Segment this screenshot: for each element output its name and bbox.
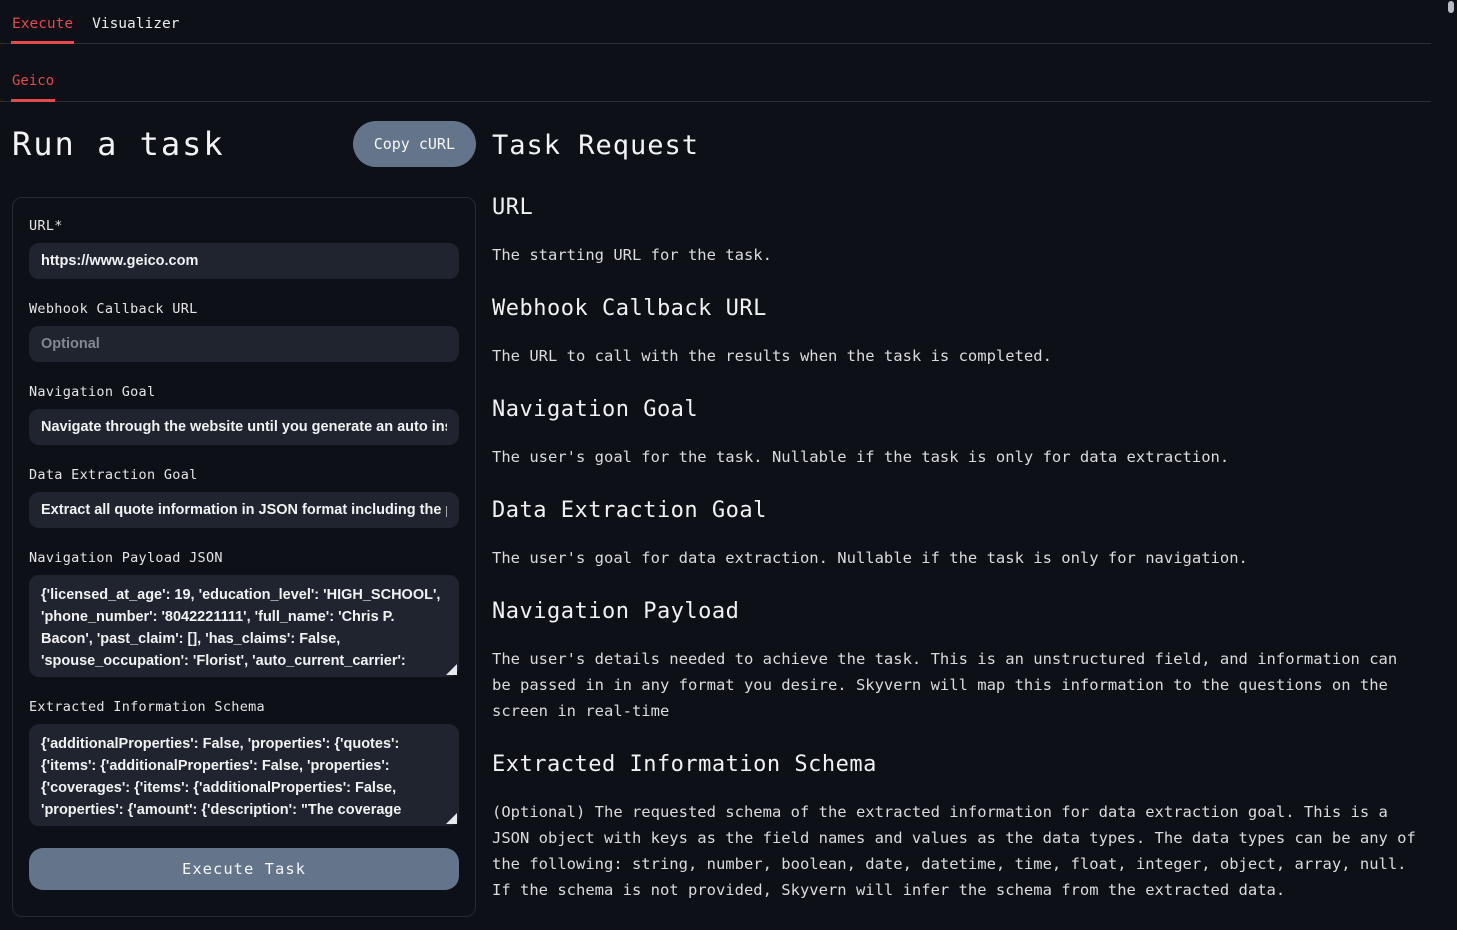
resize-grip-icon[interactable] <box>446 664 457 675</box>
field-navigation-goal: Navigation Goal <box>29 384 459 445</box>
vertical-scrollbar-thumb[interactable] <box>1448 1 1454 13</box>
field-webhook-callback-url: Webhook Callback URL <box>29 301 459 362</box>
webhook-callback-url-input[interactable] <box>29 326 459 362</box>
field-data-extraction-goal: Data Extraction Goal <box>29 467 459 528</box>
extracted-schema-textarea[interactable]: {'additionalProperties': False, 'propert… <box>29 724 459 826</box>
panel-header: Run a task Copy cURL <box>12 121 476 167</box>
navigation-payload-label: Navigation Payload JSON <box>29 550 459 566</box>
doc-body: The starting URL for the task. <box>492 242 1424 268</box>
doc-body: The user's goal for the task. Nullable i… <box>492 444 1424 470</box>
field-url: URL* <box>29 218 459 279</box>
doc-heading: Webhook Callback URL <box>492 295 1424 323</box>
secondary-tab-bar: Geico <box>0 44 1431 102</box>
doc-section-data-extraction-goal: Data Extraction Goal The user's goal for… <box>492 497 1424 571</box>
doc-body: The URL to call with the results when th… <box>492 343 1424 369</box>
tab-geico[interactable]: Geico <box>11 73 55 101</box>
navigation-goal-input[interactable] <box>29 409 459 445</box>
doc-heading: Navigation Payload <box>492 598 1424 626</box>
navigation-goal-label: Navigation Goal <box>29 384 459 400</box>
task-form: URL* Webhook Callback URL Navigation Goa… <box>12 197 476 917</box>
doc-section-webhook-callback-url: Webhook Callback URL The URL to call wit… <box>492 295 1424 369</box>
doc-section-extracted-schema: Extracted Information Schema (Optional) … <box>492 751 1424 903</box>
doc-heading: URL <box>492 194 1424 222</box>
main-content: Run a task Copy cURL URL* Webhook Callba… <box>0 102 1431 930</box>
doc-section-navigation-goal: Navigation Goal The user's goal for the … <box>492 396 1424 470</box>
tab-visualizer[interactable]: Visualizer <box>91 16 180 43</box>
field-extracted-schema: Extracted Information Schema {'additiona… <box>29 699 459 826</box>
doc-heading: Navigation Goal <box>492 396 1424 424</box>
doc-section-navigation-payload: Navigation Payload The user's details ne… <box>492 598 1424 724</box>
data-extraction-goal-input[interactable] <box>29 492 459 528</box>
execute-task-button[interactable]: Execute Task <box>29 848 459 890</box>
main-tab-bar: Execute Visualizer <box>0 0 1431 44</box>
data-extraction-goal-label: Data Extraction Goal <box>29 467 459 483</box>
docs-title: Task Request <box>492 130 1424 161</box>
extracted-schema-label: Extracted Information Schema <box>29 699 459 715</box>
task-request-docs: Task Request URL The starting URL for th… <box>492 102 1424 930</box>
resize-grip-icon[interactable] <box>446 813 457 824</box>
page-title: Run a task <box>12 125 225 163</box>
field-navigation-payload: Navigation Payload JSON {'licensed_at_ag… <box>29 550 459 677</box>
doc-body: (Optional) The requested schema of the e… <box>492 799 1424 903</box>
url-input[interactable] <box>29 243 459 279</box>
doc-section-url: URL The starting URL for the task. <box>492 194 1424 268</box>
app-root: Execute Visualizer Geico Run a task Copy… <box>0 0 1431 930</box>
navigation-payload-textarea[interactable]: {'licensed_at_age': 19, 'education_level… <box>29 575 459 677</box>
doc-heading: Extracted Information Schema <box>492 751 1424 779</box>
url-label: URL* <box>29 218 459 234</box>
doc-heading: Data Extraction Goal <box>492 497 1424 525</box>
doc-body: The user's goal for data extraction. Nul… <box>492 545 1424 571</box>
copy-curl-button[interactable]: Copy cURL <box>353 121 476 167</box>
run-task-panel: Run a task Copy cURL URL* Webhook Callba… <box>12 102 476 917</box>
tab-execute[interactable]: Execute <box>11 16 74 43</box>
webhook-callback-url-label: Webhook Callback URL <box>29 301 459 317</box>
doc-body: The user's details needed to achieve the… <box>492 646 1424 724</box>
